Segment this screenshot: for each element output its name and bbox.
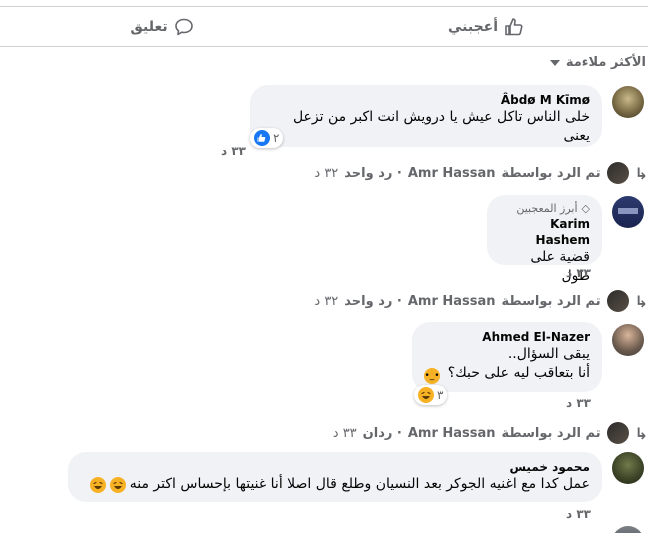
reaction-count: ٢ — [273, 131, 280, 145]
reply-arrow-icon: ↳ — [634, 423, 648, 443]
avatar — [606, 162, 629, 184]
emoji-icon: •_• — [424, 368, 440, 384]
filter-label: الأكثر ملاءمة — [565, 55, 646, 70]
thumbs-up-icon — [505, 18, 523, 36]
reply-prefix: تم الرد بواسطة — [501, 165, 601, 181]
comment-timestamp[interactable]: ٣٣ د — [221, 144, 246, 158]
view-replies-link[interactable]: ↳ تم الرد بواسطة Amr Hassan · ردان ٣٣ د — [333, 422, 648, 444]
comment-author[interactable]: محمود خميس — [80, 459, 590, 475]
view-replies-link[interactable]: ↳ تم الرد بواسطة Amr Hassan · رد واحد ٣٢… — [314, 290, 648, 312]
reply-count: · ردان — [362, 425, 402, 441]
comment-text-body: عمل كدا مع اغنيه الجوكر بعد النسيان وطلع… — [129, 476, 590, 492]
diamond-icon: ◇ — [581, 202, 590, 215]
comment-bubble-icon — [174, 18, 193, 36]
like-reaction-icon — [254, 130, 270, 146]
laughing-emoji-icon — [89, 476, 106, 493]
like-button[interactable]: أعجبني — [324, 8, 648, 46]
view-replies-link[interactable]: ↳ تم الرد بواسطة Amr Hassan · رد واحد ٣٢… — [314, 162, 648, 184]
top-fan-label: أبرز المعجبين — [516, 202, 578, 215]
reaction-summary[interactable]: ٢ — [250, 128, 284, 148]
haha-reaction-icon — [418, 387, 434, 403]
reply-author: Amr Hassan — [407, 293, 496, 309]
comment-author[interactable]: Ahmed El-Nazer — [424, 329, 590, 345]
post-action-bar: أعجبني تعليق — [0, 8, 648, 46]
comment-timestamp[interactable]: ٣٣ د — [566, 266, 591, 280]
caret-down-icon — [549, 59, 560, 66]
avatar — [606, 290, 629, 312]
comment-bubble: Âbdø M Kīmø خلى الناس تاكل عيش يا درويش … — [250, 85, 602, 147]
reply-time: ٣٢ د — [314, 165, 339, 181]
reply-prefix: تم الرد بواسطة — [501, 293, 601, 309]
like-label: أعجبني — [447, 19, 499, 35]
comment-text-line-2: أنا بتعاقب ليه على حبك؟ — [447, 365, 590, 381]
comment-author[interactable]: Âbdø M Kīmø — [262, 92, 590, 108]
avatar[interactable] — [612, 196, 644, 228]
comment-author[interactable]: Karim Hashem — [499, 216, 590, 248]
reaction-count: ٣ — [437, 388, 444, 402]
top-divider — [0, 6, 648, 7]
comment-text: عمل كدا مع اغنيه الجوكر بعد النسيان وطلع… — [80, 475, 590, 494]
comment-timestamp[interactable]: ٣٣ د — [566, 507, 591, 521]
comment-label: تعليق — [130, 19, 168, 35]
reply-author: Amr Hassan — [407, 165, 496, 181]
reply-count: · رد واحد — [344, 293, 402, 309]
reply-count: · رد واحد — [344, 165, 402, 181]
comment-bubble: محمود خميس عمل كدا مع اغنيه الجوكر بعد ا… — [68, 452, 602, 502]
reply-time: ٣٣ د — [332, 425, 357, 441]
comment-bubble: Ahmed El-Nazer يبقى السؤال.. أنا بتعاقب … — [412, 322, 602, 392]
laughing-emoji-icon — [109, 476, 126, 493]
top-fan-badge: ◇ أبرز المعجبين — [499, 202, 590, 216]
reaction-summary[interactable]: ٣ — [414, 385, 448, 405]
comment-text-line-1: يبقى السؤال.. — [507, 346, 590, 362]
comment-bubble: ◇ أبرز المعجبين Karim Hashem قضية على طو… — [487, 195, 602, 284]
avatar — [606, 422, 629, 444]
reply-arrow-icon: ↳ — [634, 163, 648, 183]
bottom-divider — [0, 46, 648, 47]
comment-timestamp[interactable]: ٣٣ د — [566, 396, 591, 410]
avatar[interactable] — [612, 324, 644, 356]
comment-button[interactable]: تعليق — [0, 8, 324, 46]
reply-author: Amr Hassan — [407, 425, 496, 441]
comment-text: خلى الناس تاكل عيش يا درويش انت اكبر من … — [292, 109, 590, 144]
reply-time: ٣٢ د — [314, 293, 339, 309]
avatar[interactable] — [612, 86, 644, 118]
avatar[interactable] — [612, 452, 644, 484]
avatar[interactable] — [612, 526, 644, 533]
reply-prefix: تم الرد بواسطة — [501, 425, 601, 441]
comment-sort-filter[interactable]: الأكثر ملاءمة — [549, 55, 646, 70]
reply-arrow-icon: ↳ — [634, 291, 648, 311]
